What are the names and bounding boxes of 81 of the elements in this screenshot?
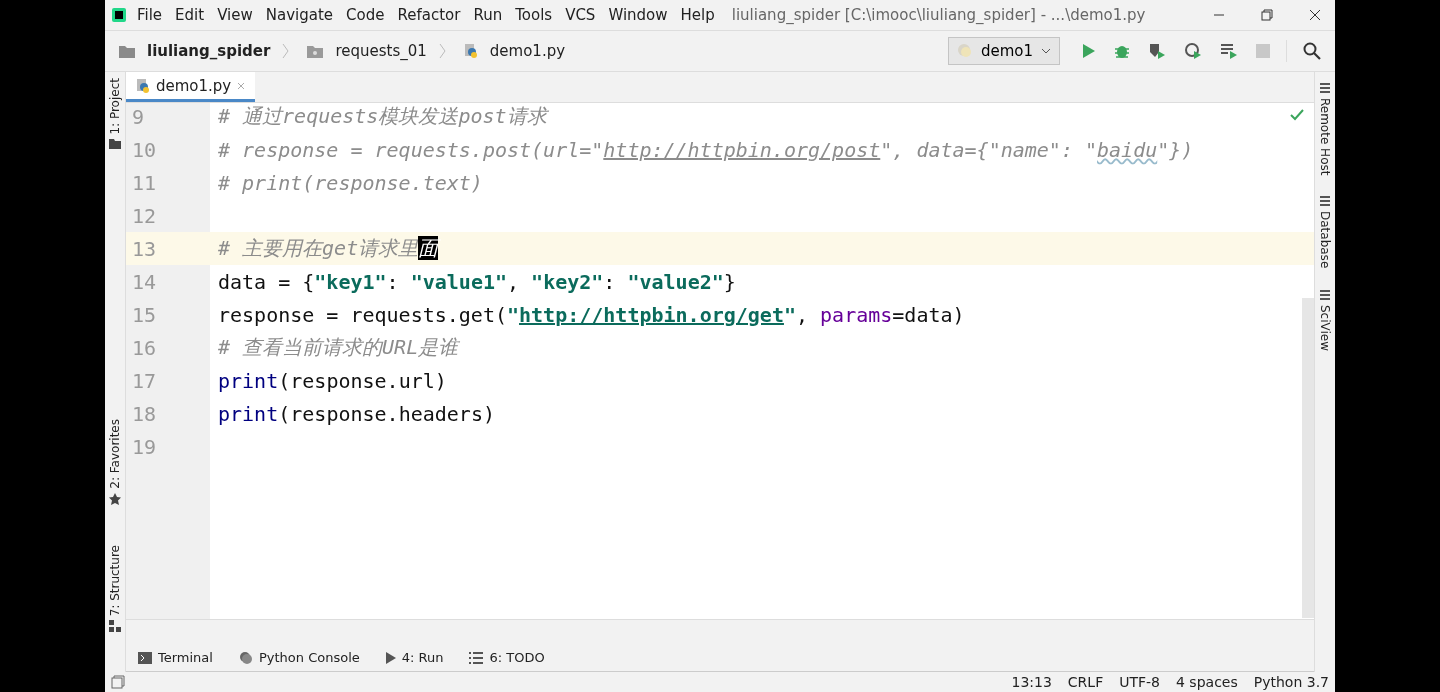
chevron-icon	[438, 43, 446, 59]
bug-icon[interactable]	[1114, 43, 1130, 59]
close-icon[interactable]	[1309, 9, 1321, 21]
profile-icon[interactable]	[1184, 42, 1202, 60]
line-number: 12	[131, 203, 158, 228]
menu-item[interactable]: Window	[608, 6, 668, 24]
line-number: 18	[131, 401, 158, 426]
play-icon	[385, 651, 396, 664]
chevron-icon	[282, 43, 290, 59]
status-item[interactable]: UTF-8	[1119, 674, 1160, 690]
tool-window-tab[interactable]: 2: Favorites	[105, 418, 125, 505]
terminal-icon	[138, 651, 152, 664]
line-number: 15	[131, 302, 158, 327]
line-number: 9	[131, 104, 146, 129]
caret-icon	[1041, 48, 1051, 54]
line-number: 19	[131, 434, 158, 459]
menu-item[interactable]: Code	[346, 6, 385, 24]
breadcrumb[interactable]: demo1.py	[489, 42, 566, 60]
menu-item[interactable]: Tools	[515, 6, 553, 24]
search-icon[interactable]	[1303, 42, 1321, 60]
editor-tab[interactable]: demo1.py	[126, 72, 256, 102]
folder-icon	[119, 44, 135, 58]
code-line: # response = requests.post(url="http://httpbin.org/post", data={"name": "baidu"})	[217, 137, 1194, 162]
tool-window-tab[interactable]: 1: Project	[105, 78, 125, 149]
tool-window-button[interactable]: 4: Run	[385, 650, 444, 665]
line-number: 11	[131, 170, 158, 195]
python-file-icon	[463, 43, 478, 59]
structure-icon	[109, 620, 121, 632]
line-number: 17	[131, 368, 158, 393]
star-icon	[109, 492, 121, 505]
list-icon	[469, 651, 484, 664]
status-item[interactable]: Python 3.7	[1253, 674, 1329, 690]
code-line: print(response.headers)	[217, 401, 495, 426]
code-line: # print(response.text)	[217, 170, 483, 195]
check-icon	[1290, 109, 1304, 121]
menu-item[interactable]: View	[217, 6, 253, 24]
app-logo-icon	[111, 7, 127, 23]
restore-icon[interactable]	[1261, 9, 1273, 21]
tool-window-button[interactable]: Terminal	[138, 650, 213, 665]
scrollbar[interactable]	[1302, 298, 1314, 618]
tool-window-tab[interactable]: Remote Host	[1318, 82, 1332, 176]
breadcrumb[interactable]: requests_01	[335, 42, 427, 60]
list-icon	[1319, 82, 1331, 94]
code-line: print(response.url)	[217, 368, 447, 393]
line-number: 13	[131, 236, 158, 261]
code-line: # 查看当前请求的URL是谁	[217, 334, 459, 361]
line-number: 16	[131, 335, 158, 360]
window-title: liuliang_spider [C:\imooc\liuliang_spider] - ...\demo1.py	[731, 6, 1146, 24]
panel-toggle-icon[interactable]	[111, 675, 125, 689]
tool-window-tab[interactable]: SciView	[1318, 288, 1332, 351]
tool-window-button[interactable]: 6: TODO	[469, 650, 545, 665]
menu-item[interactable]: Refactor	[397, 6, 461, 24]
status-item[interactable]: 13:13	[1011, 674, 1052, 690]
code-line: response = requests.get("http://httpbin.org/get", params=data)	[217, 302, 965, 327]
menu-item[interactable]: Help	[680, 6, 715, 24]
status-item[interactable]: 4 spaces	[1176, 674, 1238, 690]
code-line: data = {"key1": "value1", "key2": "value2"}	[217, 269, 736, 294]
code-line: # 通过requests模块发送post请求	[217, 103, 547, 130]
coverage-icon[interactable]	[1148, 42, 1166, 60]
python-icon	[956, 43, 973, 59]
folder-icon	[307, 44, 324, 58]
folder-icon	[109, 138, 121, 149]
python-file-icon	[136, 77, 150, 94]
menu-item[interactable]: Edit	[175, 6, 205, 24]
line-number: 14	[131, 269, 158, 294]
line-number: 10	[131, 137, 158, 162]
tool-window-tab[interactable]: Database	[1318, 195, 1332, 269]
list-icon	[1319, 195, 1331, 208]
run-list-icon[interactable]	[1220, 42, 1238, 60]
menu-item[interactable]: Run	[473, 6, 503, 24]
status-item[interactable]: CRLF	[1067, 674, 1104, 690]
run-config-dropdown[interactable]: demo1	[947, 37, 1060, 65]
menu-item[interactable]: VCS	[565, 6, 596, 24]
python-icon	[238, 650, 253, 665]
menu-item[interactable]: Navigate	[265, 6, 334, 24]
tool-window-button[interactable]: Python Console	[238, 650, 360, 665]
run-icon[interactable]	[1082, 43, 1096, 59]
list-icon	[1319, 288, 1331, 301]
breadcrumb[interactable]: liuliang_spider	[147, 42, 271, 60]
menu-item[interactable]: File	[137, 6, 163, 24]
tool-window-tab[interactable]: 7: Structure	[105, 544, 125, 632]
